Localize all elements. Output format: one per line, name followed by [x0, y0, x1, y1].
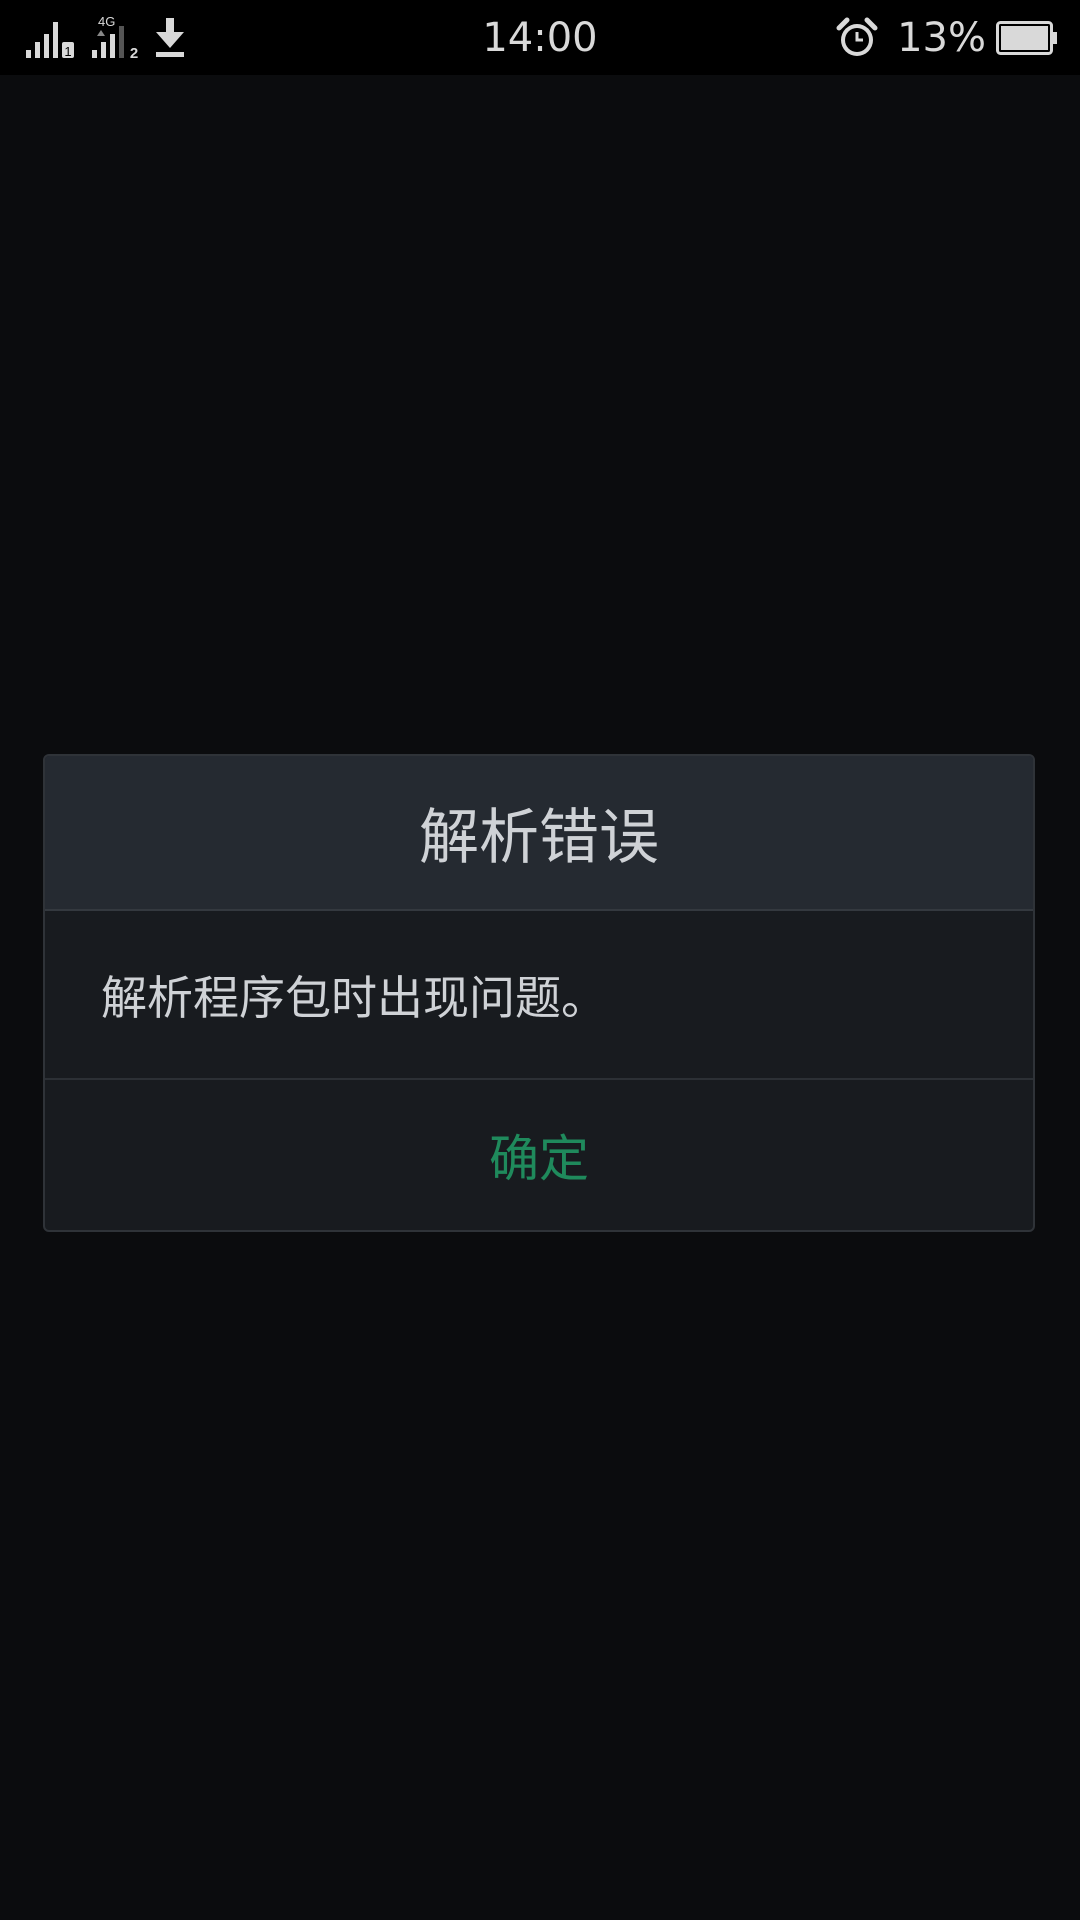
battery-percent: 13%	[897, 15, 986, 61]
dialog-message: 解析程序包时出现问题。	[45, 911, 1033, 1080]
dialog-actions: 确定	[45, 1080, 1033, 1230]
ok-button[interactable]: 确定	[429, 1099, 649, 1211]
dialog-title: 解析错误	[45, 756, 1033, 911]
battery-icon	[996, 21, 1057, 55]
parse-error-dialog: 解析错误 解析程序包时出现问题。 确定	[43, 754, 1035, 1232]
screen: 1 4G 2 14:00 13% 解析错误 解析程序包时出现问题。 确定	[0, 0, 1080, 1920]
status-right-icons: 13%	[835, 14, 1058, 62]
status-bar: 1 4G 2 14:00 13%	[0, 0, 1080, 75]
alarm-icon	[836, 17, 878, 56]
